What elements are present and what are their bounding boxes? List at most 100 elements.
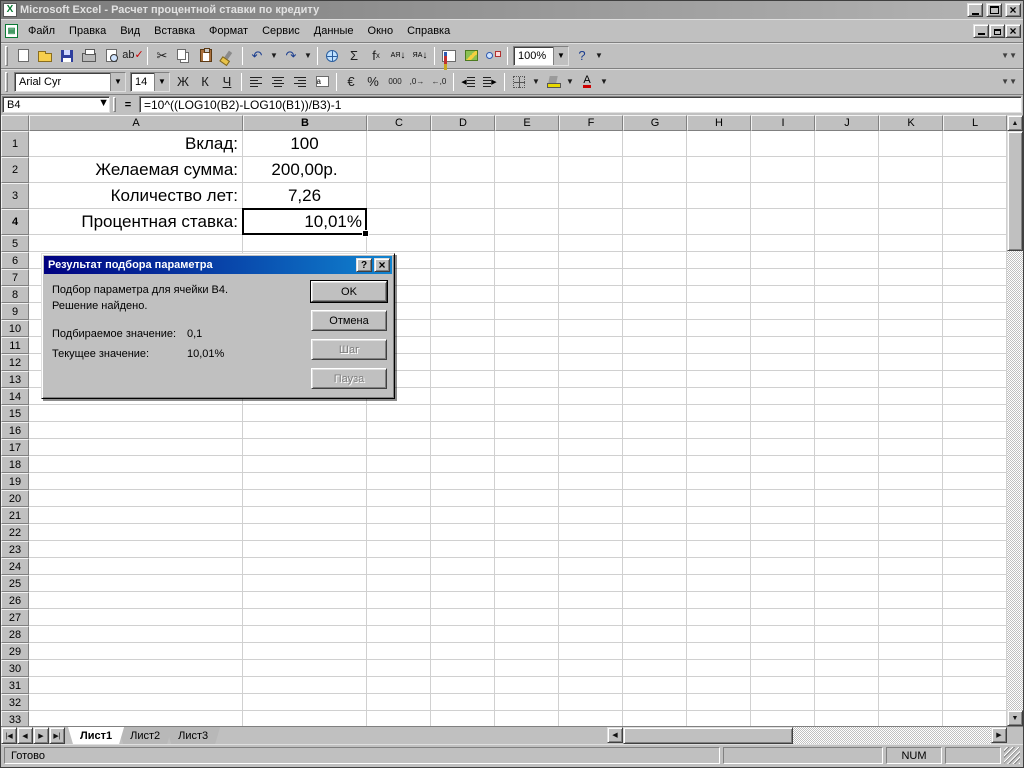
cell-K13[interactable] [879,371,943,388]
cell-J28[interactable] [815,626,879,643]
cell-L3[interactable] [943,183,1007,209]
cell-L33[interactable] [943,711,1007,726]
cell-B32[interactable] [243,694,367,711]
workbook-restore-button[interactable] [989,23,1005,38]
cell-G18[interactable] [623,456,687,473]
cell-A3[interactable]: Количество лет: [29,183,243,209]
cell-C28[interactable] [367,626,431,643]
cell-A27[interactable] [29,609,243,626]
cell-E32[interactable] [495,694,559,711]
toolbar-options-chevron-icon[interactable]: ▼▼ [997,51,1021,60]
cell-J26[interactable] [815,592,879,609]
window-close-button[interactable]: × [1005,3,1021,17]
cell-J24[interactable] [815,558,879,575]
cell-H2[interactable] [687,157,751,183]
comma-button[interactable]: 000 [384,71,406,93]
cell-L26[interactable] [943,592,1007,609]
cell-J15[interactable] [815,405,879,422]
cell-A30[interactable] [29,660,243,677]
cell-F24[interactable] [559,558,623,575]
font-name-combobox[interactable]: Arial Cyr ▼ [14,71,126,92]
cell-B16[interactable] [243,422,367,439]
zoom-combobox[interactable]: 100% ▼ [513,45,569,66]
cell-I21[interactable] [751,507,815,524]
window-maximize-button[interactable] [986,3,1002,17]
menu-item[interactable]: Окно [361,21,401,41]
cell-D30[interactable] [431,660,495,677]
chevron-down-icon[interactable]: ▼ [98,97,109,113]
cell-J13[interactable] [815,371,879,388]
cell-I15[interactable] [751,405,815,422]
cell-G29[interactable] [623,643,687,660]
cell-G16[interactable] [623,422,687,439]
cell-I30[interactable] [751,660,815,677]
cell-E20[interactable] [495,490,559,507]
cell-H24[interactable] [687,558,751,575]
cell-J17[interactable] [815,439,879,456]
drawing-button[interactable] [482,45,504,67]
undo-button[interactable]: ↶ [246,45,268,67]
row-header-16[interactable]: 16 [1,422,29,439]
cell-C29[interactable] [367,643,431,660]
cell-I16[interactable] [751,422,815,439]
cell-K24[interactable] [879,558,943,575]
cell-C17[interactable] [367,439,431,456]
cell-L14[interactable] [943,388,1007,405]
cell-K9[interactable] [879,303,943,320]
column-header-J[interactable]: J [815,115,879,131]
cell-L13[interactable] [943,371,1007,388]
cell-D27[interactable] [431,609,495,626]
cell-H8[interactable] [687,286,751,303]
cell-L20[interactable] [943,490,1007,507]
cell-J1[interactable] [815,131,879,157]
cell-F31[interactable] [559,677,623,694]
redo-button[interactable]: ↷ [280,45,302,67]
cell-C32[interactable] [367,694,431,711]
dialog-help-button[interactable]: ? [356,258,372,272]
cell-J27[interactable] [815,609,879,626]
cell-K21[interactable] [879,507,943,524]
cell-G12[interactable] [623,354,687,371]
align-center-button[interactable] [267,71,289,93]
column-header-I[interactable]: I [751,115,815,131]
print-button[interactable] [78,45,100,67]
cell-L6[interactable] [943,252,1007,269]
print-preview-button[interactable] [100,45,122,67]
cell-D33[interactable] [431,711,495,726]
cell-D23[interactable] [431,541,495,558]
cell-H7[interactable] [687,269,751,286]
cell-K22[interactable] [879,524,943,541]
last-sheet-button[interactable]: ▶| [49,727,65,744]
cell-E33[interactable] [495,711,559,726]
cell-K29[interactable] [879,643,943,660]
cell-D12[interactable] [431,354,495,371]
cell-E26[interactable] [495,592,559,609]
cell-C16[interactable] [367,422,431,439]
cell-E7[interactable] [495,269,559,286]
row-header-3[interactable]: 3 [1,183,29,209]
cell-H20[interactable] [687,490,751,507]
cell-H6[interactable] [687,252,751,269]
cell-K6[interactable] [879,252,943,269]
row-header-12[interactable]: 12 [1,354,29,371]
cell-K18[interactable] [879,456,943,473]
row-header-2[interactable]: 2 [1,157,29,183]
cell-C31[interactable] [367,677,431,694]
cell-E14[interactable] [495,388,559,405]
cell-K23[interactable] [879,541,943,558]
cell-E12[interactable] [495,354,559,371]
cell-F2[interactable] [559,157,623,183]
cell-J18[interactable] [815,456,879,473]
cell-J10[interactable] [815,320,879,337]
cell-J16[interactable] [815,422,879,439]
menu-item[interactable]: Формат [202,21,255,41]
cell-G27[interactable] [623,609,687,626]
cell-C21[interactable] [367,507,431,524]
cell-G4[interactable] [623,209,687,235]
cell-J25[interactable] [815,575,879,592]
cell-E11[interactable] [495,337,559,354]
cell-J23[interactable] [815,541,879,558]
cell-F13[interactable] [559,371,623,388]
cell-E30[interactable] [495,660,559,677]
cell-D10[interactable] [431,320,495,337]
